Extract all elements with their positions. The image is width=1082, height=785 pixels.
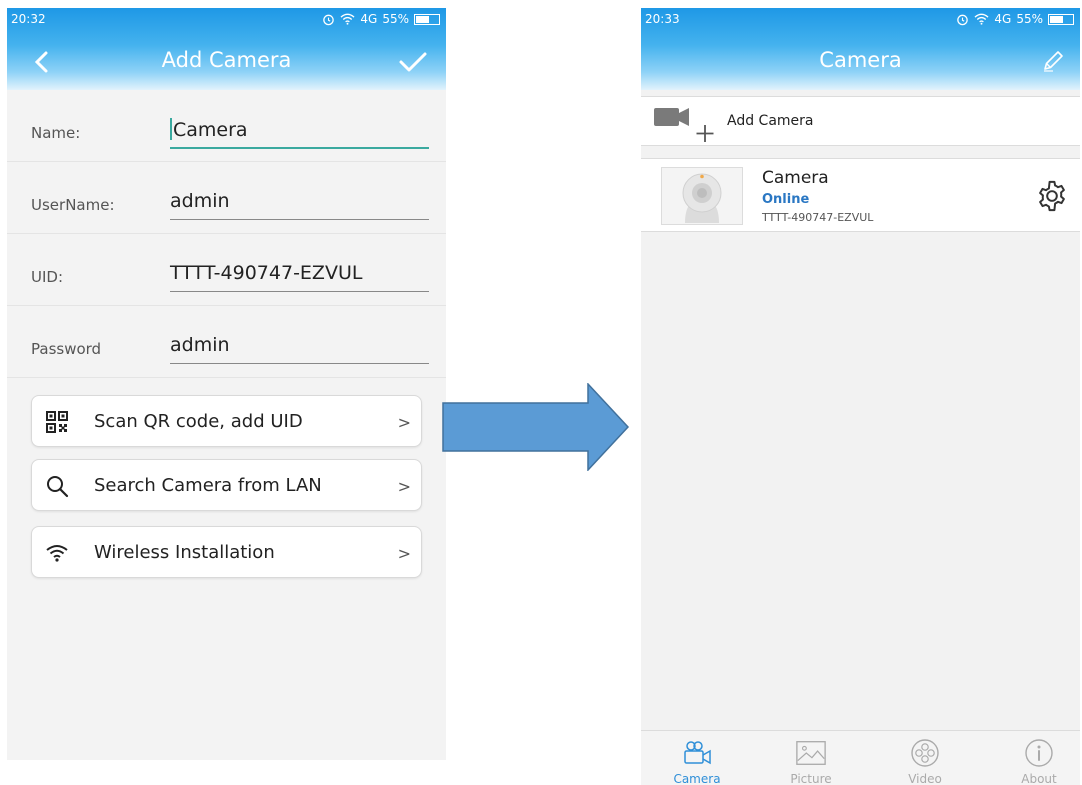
username-underline <box>170 219 429 220</box>
chevron-right-icon: > <box>397 413 411 432</box>
qr-code-icon <box>44 410 70 434</box>
camera-name: Camera <box>762 168 829 188</box>
search-lan-button[interactable]: Search Camera from LAN > <box>31 459 422 511</box>
wifi-status-icon <box>974 13 989 25</box>
battery-icon <box>1048 13 1074 25</box>
battery-icon <box>414 13 440 25</box>
about-tab-icon <box>1023 739 1055 767</box>
edit-button[interactable] <box>1038 46 1068 76</box>
camera-settings-button[interactable] <box>1032 176 1072 216</box>
app-header: 20:32 4G 55% Add Camera <box>7 8 446 90</box>
alarm-icon <box>957 14 969 25</box>
username-row: UserName: admin <box>7 162 446 234</box>
signal-4g-label: 4G <box>360 12 378 26</box>
name-value: Camera <box>173 119 248 141</box>
gear-icon <box>1039 180 1065 212</box>
status-time: 20:33 <box>645 12 680 26</box>
status-bar: 20:32 4G 55% <box>7 8 446 30</box>
add-camera-label: Add Camera <box>727 113 814 129</box>
uid-row: UID: TTTT-490747-EZVUL <box>7 234 446 306</box>
camera-status-badge: Online <box>762 192 810 207</box>
camera-tab-icon <box>681 739 713 767</box>
text-cursor <box>170 118 172 140</box>
scan-qr-label: Scan QR code, add UID <box>94 411 303 432</box>
status-icons: 4G 55% <box>956 12 1074 26</box>
password-label: Password <box>31 340 102 358</box>
tab-video[interactable]: Video <box>885 731 965 785</box>
add-camera-screen: 20:32 4G 55% Add Camera Name: Camera Use… <box>7 8 446 760</box>
bottom-tab-bar: Camera Picture Video About <box>641 730 1080 785</box>
name-underline <box>170 147 429 149</box>
password-row: Password admin <box>7 306 446 378</box>
name-field[interactable]: Camera <box>170 118 248 141</box>
uid-label: UID: <box>31 268 64 286</box>
pencil-icon <box>1044 51 1063 72</box>
camera-thumbnail <box>661 167 743 225</box>
tab-about-label: About <box>1021 772 1057 785</box>
wireless-installation-label: Wireless Installation <box>94 542 275 563</box>
username-label: UserName: <box>31 196 115 214</box>
chevron-right-icon: > <box>397 544 411 563</box>
check-icon <box>399 52 427 72</box>
search-lan-label: Search Camera from LAN <box>94 475 322 496</box>
scan-qr-button[interactable]: Scan QR code, add UID > <box>31 395 422 447</box>
uid-underline <box>170 291 429 292</box>
add-camera-icon <box>653 105 717 143</box>
page-title: Add Camera <box>161 48 292 72</box>
tab-about[interactable]: About <box>999 731 1079 785</box>
chevron-right-icon: > <box>397 477 411 496</box>
search-icon <box>44 474 70 498</box>
camera-list-screen: 20:33 4G 55% Camera Add Camera Camera On… <box>641 8 1080 785</box>
username-field[interactable]: admin <box>170 190 230 212</box>
status-time: 20:32 <box>11 12 46 26</box>
alarm-icon <box>323 14 335 25</box>
camera-list-item[interactable]: Camera Online TTTT-490747-EZVUL <box>641 158 1080 232</box>
battery-percent: 55% <box>382 12 409 26</box>
webcam-icon <box>682 173 722 223</box>
tab-picture-label: Picture <box>790 772 832 785</box>
tab-camera[interactable]: Camera <box>657 731 737 785</box>
signal-4g-label: 4G <box>994 12 1012 26</box>
tab-video-label: Video <box>908 772 942 785</box>
name-row: Name: Camera <box>7 90 446 162</box>
wireless-installation-button[interactable]: Wireless Installation > <box>31 526 422 578</box>
camera-uid: TTTT-490747-EZVUL <box>762 211 874 224</box>
status-icons: 4G 55% <box>322 12 440 26</box>
status-bar: 20:33 4G 55% <box>641 8 1080 30</box>
confirm-button[interactable] <box>396 48 430 76</box>
wifi-icon <box>44 541 70 565</box>
add-camera-row[interactable]: Add Camera <box>641 96 1080 146</box>
tab-picture[interactable]: Picture <box>771 731 851 785</box>
tab-camera-label: Camera <box>673 772 721 785</box>
transition-arrow-icon <box>442 383 630 471</box>
name-label: Name: <box>31 124 81 142</box>
picture-tab-icon <box>795 739 827 767</box>
wifi-status-icon <box>340 13 355 25</box>
password-field[interactable]: admin <box>170 334 230 356</box>
page-title: Camera <box>819 48 902 72</box>
uid-field[interactable]: TTTT-490747-EZVUL <box>170 262 362 284</box>
video-tab-icon <box>909 739 941 767</box>
password-underline <box>170 363 429 364</box>
app-header: 20:33 4G 55% Camera <box>641 8 1080 90</box>
battery-percent: 55% <box>1016 12 1043 26</box>
